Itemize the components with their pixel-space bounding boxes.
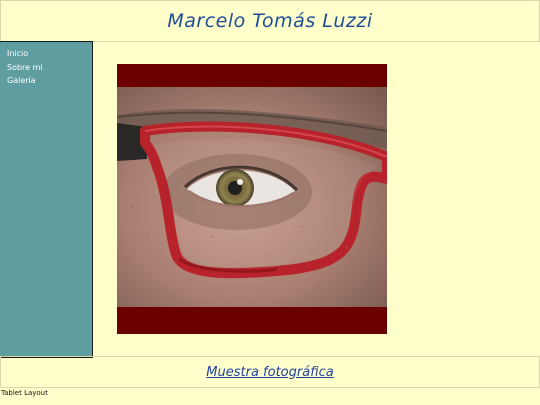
site-title: Marcelo Tomás Luzzi: [167, 10, 373, 32]
site-header: Marcelo Tomás Luzzi: [0, 0, 540, 42]
sidebar-item-inicio[interactable]: Inicio: [0, 47, 92, 61]
sidebar-item-galeria[interactable]: Galería: [0, 74, 92, 88]
main-content: [94, 41, 540, 356]
photo-exhibition-link[interactable]: Muestra fotográfica: [206, 365, 333, 380]
eye-glasses-photo: [117, 87, 387, 307]
site-footer: Muestra fotográfica: [0, 356, 540, 388]
layout-label: Tablet Layout: [1, 389, 48, 397]
photo-frame: [117, 64, 387, 334]
sidebar-item-sobre-mi[interactable]: Sobre mi: [0, 61, 92, 75]
sidebar-nav: Inicio Sobre mi Galería: [0, 41, 93, 358]
